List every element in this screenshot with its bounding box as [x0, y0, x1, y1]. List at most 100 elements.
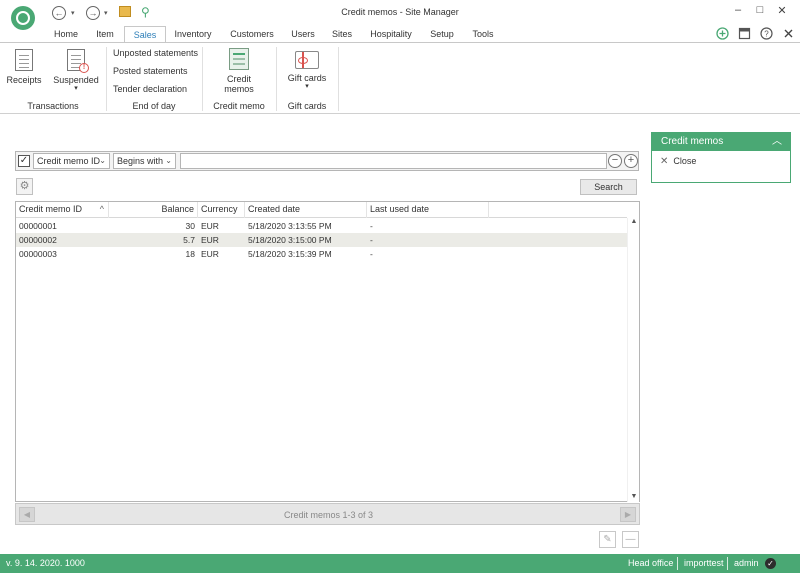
cell-credit-memo-id: 00000002 — [19, 235, 57, 245]
cell-last-used-date: - — [370, 235, 373, 245]
tab-customers[interactable]: Customers — [226, 26, 278, 42]
panel-header[interactable]: Credit memos ︿ — [652, 133, 790, 151]
credit-memos-panel: Credit memos ︿ ✕ Close — [651, 132, 791, 183]
filter-row: ✓ Credit memo ID ⌄ Begins with ⌄ − + — [15, 151, 639, 171]
chevron-down-icon: ⌄ — [165, 156, 172, 165]
help-icon[interactable]: ? — [760, 27, 773, 40]
suspended-label: Suspended — [53, 75, 99, 85]
filter-value-input[interactable] — [180, 153, 607, 169]
column-header-label: Credit memo ID — [19, 204, 83, 214]
tab-inventory[interactable]: Inventory — [170, 26, 216, 42]
status-separator — [677, 557, 678, 570]
receipt-icon — [15, 49, 33, 71]
column-header-credit-memo-id[interactable]: Credit memo ID ^ — [16, 202, 109, 218]
column-header-currency[interactable]: Currency — [198, 202, 245, 218]
suspended-document-icon: ! — [67, 49, 89, 73]
suspended-dropdown-icon: ▾ — [74, 85, 78, 92]
pager-text: Credit memos 1-3 of 3 — [283, 510, 374, 520]
group-label-end-of-day: End of day — [132, 101, 176, 111]
panel-close-action[interactable]: ✕ Close — [660, 156, 696, 167]
next-page-button[interactable]: ▶ — [620, 507, 636, 522]
gift-cards-dropdown-icon: ▾ — [305, 83, 309, 90]
tab-tools[interactable]: Tools — [468, 26, 498, 42]
chevron-down-icon: ⌄ — [99, 156, 106, 165]
edit-button[interactable]: ✎ — [599, 531, 616, 548]
column-header-last-used-date[interactable]: Last used date — [367, 202, 489, 218]
cell-currency: EUR — [201, 221, 219, 231]
delete-button[interactable]: — — [622, 531, 639, 548]
panel-close-label: Close — [673, 156, 697, 166]
gift-cards-label: Gift cards — [287, 73, 327, 83]
tab-sales[interactable]: Sales — [124, 26, 166, 43]
close-window-button[interactable]: ✕ — [775, 4, 789, 17]
tab-sites[interactable]: Sites — [328, 26, 356, 42]
group-label-transactions: Transactions — [27, 101, 79, 111]
search-button[interactable]: Search — [580, 179, 637, 195]
connection-ok-icon: ✓ — [765, 558, 776, 569]
group-label-gift-cards: Gift cards — [287, 101, 327, 111]
pager-bar: ◀ Credit memos 1-3 of 3 ▶ — [15, 503, 640, 525]
grid-header: Credit memo ID ^ Balance Currency Create… — [16, 202, 627, 218]
cell-credit-memo-id: 00000003 — [19, 249, 57, 259]
tender-declaration-button[interactable]: Tender declaration — [113, 84, 187, 94]
credit-memos-button[interactable]: Credit memos — [218, 48, 260, 94]
cell-created-date: 5/18/2020 3:15:00 PM — [248, 235, 332, 245]
credit-memos-label-line1: Credit — [226, 74, 251, 84]
tab-setup[interactable]: Setup — [426, 26, 458, 42]
close-icon: ✕ — [660, 156, 669, 167]
column-header-balance[interactable]: Balance — [109, 202, 198, 218]
chevron-up-icon[interactable]: ︿ — [772, 133, 782, 151]
filter-operator-select[interactable]: Begins with ⌄ — [113, 153, 176, 169]
posted-statements-button[interactable]: Posted statements — [113, 66, 188, 76]
table-row[interactable]: 00000003 18 EUR 5/18/2020 3:15:39 PM - — [16, 247, 627, 261]
column-header-created-date[interactable]: Created date — [245, 202, 367, 218]
settings-gear-button[interactable]: ⚙ — [16, 178, 33, 195]
cell-last-used-date: - — [370, 249, 373, 259]
receipts-button[interactable]: Receipts — [6, 49, 42, 85]
version-label: v. 9. 14. 2020. 1000 — [6, 558, 85, 568]
cell-currency: EUR — [201, 249, 219, 259]
close-document-icon[interactable] — [782, 27, 795, 40]
group-separator — [338, 47, 339, 111]
status-bar: v. 9. 14. 2020. 1000 Head office importt… — [0, 554, 800, 573]
svg-text:?: ? — [764, 30, 769, 39]
gift-cards-button[interactable]: Gift cards ▾ — [284, 51, 330, 90]
tab-item[interactable]: Item — [91, 26, 119, 42]
filter-operator-value: Begins with — [117, 156, 164, 166]
cell-currency: EUR — [201, 235, 219, 245]
location-label: Head office — [628, 558, 674, 568]
layout-icon[interactable] — [738, 27, 751, 40]
minimize-button[interactable]: – — [731, 4, 745, 16]
cell-balance: 30 — [185, 221, 195, 231]
title-bar: ← ▾ → ▾ ⚲ Credit memos - Site Manager – … — [0, 0, 800, 30]
table-row[interactable]: 00000001 30 EUR 5/18/2020 3:13:55 PM - — [16, 219, 627, 233]
cell-credit-memo-id: 00000001 — [19, 221, 57, 231]
ribbon-tabs: Home Item Sales Inventory Customers User… — [0, 26, 800, 43]
filter-enabled-checkbox[interactable]: ✓ — [18, 155, 30, 167]
tab-hospitality[interactable]: Hospitality — [366, 26, 416, 42]
add-circle-icon[interactable] — [716, 27, 729, 40]
unposted-statements-button[interactable]: Unposted statements — [113, 48, 198, 58]
ribbon: Receipts ! Suspended ▾ Transactions Unpo… — [0, 42, 800, 114]
scroll-up-icon[interactable]: ▲ — [628, 218, 640, 225]
user-label: admin — [734, 558, 759, 568]
tab-users[interactable]: Users — [288, 26, 318, 42]
tab-home[interactable]: Home — [51, 26, 81, 42]
cell-balance: 5.7 — [183, 235, 195, 245]
sort-ascending-icon: ^ — [99, 204, 104, 214]
remove-filter-button[interactable]: − — [608, 154, 622, 168]
vertical-scrollbar[interactable]: ▲ ▼ — [627, 218, 639, 502]
gear-icon: ⚙ — [19, 180, 30, 192]
window-title: Credit memos - Site Manager — [341, 7, 459, 17]
filter-field-select[interactable]: Credit memo ID ⌄ — [33, 153, 110, 169]
receipts-label: Receipts — [6, 75, 42, 85]
suspended-button[interactable]: ! Suspended ▾ — [52, 49, 100, 92]
database-label: importtest — [684, 558, 724, 568]
status-separator — [727, 557, 728, 570]
minus-icon: — — [625, 534, 636, 545]
add-filter-button[interactable]: + — [624, 154, 638, 168]
panel-title: Credit memos — [661, 136, 724, 147]
table-row-selected[interactable]: 00000002 5.7 EUR 5/18/2020 3:15:00 PM - — [16, 233, 627, 247]
scroll-down-icon[interactable]: ▼ — [628, 493, 640, 500]
maximize-button[interactable]: □ — [753, 4, 767, 16]
